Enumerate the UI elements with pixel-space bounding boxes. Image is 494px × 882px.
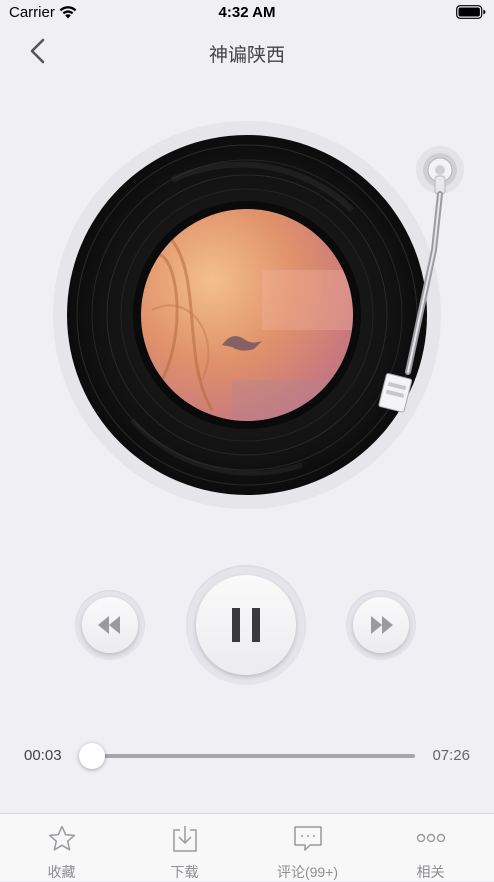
rewind-button[interactable] (75, 590, 145, 660)
progress-bar: 00:03 07:26 (0, 740, 494, 772)
progress-thumb[interactable] (79, 743, 106, 769)
tab-favorite[interactable]: 收藏 (0, 814, 123, 881)
download-icon (173, 826, 197, 852)
more-dots-icon (416, 833, 446, 843)
tab-label: 收藏 (47, 864, 76, 880)
rewind-icon (98, 616, 120, 634)
tab-label: 下载 (170, 864, 199, 880)
tab-related[interactable]: 相关 (369, 814, 492, 881)
play-pause-button[interactable] (186, 565, 306, 685)
tab-download[interactable]: 下载 (123, 814, 246, 881)
tonearm (378, 146, 464, 413)
playback-controls (0, 560, 494, 690)
tab-label: 相关 (416, 864, 445, 880)
tab-bar: 收藏 下载 评论(99+) 相关 (0, 813, 494, 881)
tab-comments[interactable]: 评论(99+) (246, 814, 369, 881)
comment-icon (294, 826, 322, 851)
star-icon (48, 825, 76, 851)
status-time: 4:32 AM (218, 4, 276, 21)
nav-bar: 神谝陕西 (0, 26, 494, 76)
pause-icon (232, 608, 260, 642)
tab-label: 评论(99+) (276, 864, 339, 880)
current-time: 00:03 (24, 747, 62, 764)
battery-icon (456, 5, 486, 19)
status-bar: Carrier 4:32 AM (0, 0, 494, 26)
progress-track[interactable] (90, 754, 415, 758)
page-title: 神谝陕西 (208, 45, 285, 66)
total-time: 07:26 (432, 747, 470, 764)
fast-forward-icon (371, 616, 393, 634)
fast-forward-button[interactable] (346, 590, 416, 660)
